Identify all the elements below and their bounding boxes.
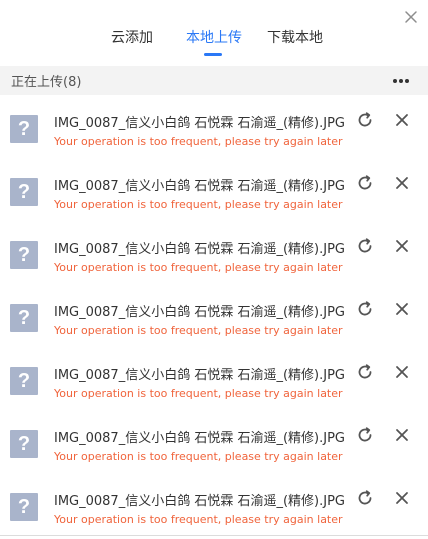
error-message: Your operation is too frequent, please t…: [54, 387, 343, 400]
error-message: Your operation is too frequent, please t…: [54, 324, 343, 337]
error-message: Your operation is too frequent, please t…: [54, 513, 343, 526]
unknown-file-icon: ?: [10, 430, 38, 458]
list-item: ? IMG_0087_信义小白鸽 石悦霖 石渝遥_(精修).JPG Your o…: [0, 410, 428, 473]
file-name: IMG_0087_信义小白鸽 石悦霖 石渝遥_(精修).JPG: [54, 368, 345, 383]
remove-icon[interactable]: [394, 427, 410, 443]
more-icon[interactable]: [392, 78, 410, 84]
retry-icon[interactable]: [356, 426, 374, 444]
uploading-count-label: 正在上传(8): [11, 75, 82, 90]
file-name: IMG_0087_信义小白鸽 石悦霖 石渝遥_(精修).JPG: [54, 179, 345, 194]
list-item: ? IMG_0087_信义小白鸽 石悦霖 石渝遥_(精修).JPG Your o…: [0, 221, 428, 284]
file-name: IMG_0087_信义小白鸽 石悦霖 石渝遥_(精修).JPG: [54, 116, 345, 131]
unknown-file-icon: ?: [10, 241, 38, 269]
bottom-divider: [0, 535, 428, 536]
file-name: IMG_0087_信义小白鸽 石悦霖 石渝遥_(精修).JPG: [54, 305, 345, 320]
tab-cloud-add[interactable]: 云添加: [111, 27, 153, 47]
remove-icon[interactable]: [394, 175, 410, 191]
error-message: Your operation is too frequent, please t…: [54, 135, 343, 148]
unknown-file-icon: ?: [10, 178, 38, 206]
list-item: ? IMG_0087_信义小白鸽 石悦霖 石渝遥_(精修).JPG Your o…: [0, 284, 428, 347]
tab-local-upload[interactable]: 本地上传: [186, 27, 242, 47]
close-icon[interactable]: [402, 8, 420, 26]
remove-icon[interactable]: [394, 364, 410, 380]
error-message: Your operation is too frequent, please t…: [54, 450, 343, 463]
file-name: IMG_0087_信义小白鸽 石悦霖 石渝遥_(精修).JPG: [54, 242, 345, 257]
list-item: ? IMG_0087_信义小白鸽 石悦霖 石渝遥_(精修).JPG Your o…: [0, 347, 428, 410]
list-item: ? IMG_0087_信义小白鸽 石悦霖 石渝遥_(精修).JPG Your o…: [0, 158, 428, 221]
list-item: ? IMG_0087_信义小白鸽 石悦霖 石渝遥_(精修).JPG Your o…: [0, 473, 428, 536]
unknown-file-icon: ?: [10, 115, 38, 143]
tab-download-local[interactable]: 下载本地: [267, 27, 323, 47]
retry-icon[interactable]: [356, 300, 374, 318]
remove-icon[interactable]: [394, 490, 410, 506]
retry-icon[interactable]: [356, 489, 374, 507]
error-message: Your operation is too frequent, please t…: [54, 198, 343, 211]
upload-panel-header: 云添加 本地上传 下载本地: [0, 0, 428, 66]
file-name: IMG_0087_信义小白鸽 石悦霖 石渝遥_(精修).JPG: [54, 494, 345, 509]
file-name: IMG_0087_信义小白鸽 石悦霖 石渝遥_(精修).JPG: [54, 431, 345, 446]
list-item: ? IMG_0087_信义小白鸽 石悦霖 石渝遥_(精修).JPG Your o…: [0, 95, 428, 158]
retry-icon[interactable]: [356, 111, 374, 129]
remove-icon[interactable]: [394, 238, 410, 254]
error-message: Your operation is too frequent, please t…: [54, 261, 343, 274]
unknown-file-icon: ?: [10, 367, 38, 395]
remove-icon[interactable]: [394, 301, 410, 317]
remove-icon[interactable]: [394, 112, 410, 128]
retry-icon[interactable]: [356, 174, 374, 192]
unknown-file-icon: ?: [10, 304, 38, 332]
active-tab-indicator: [204, 53, 222, 56]
retry-icon[interactable]: [356, 237, 374, 255]
tab-bar: 云添加 本地上传 下载本地: [0, 0, 428, 66]
unknown-file-icon: ?: [10, 493, 38, 521]
uploading-section-header: 正在上传(8): [0, 66, 428, 95]
retry-icon[interactable]: [356, 363, 374, 381]
